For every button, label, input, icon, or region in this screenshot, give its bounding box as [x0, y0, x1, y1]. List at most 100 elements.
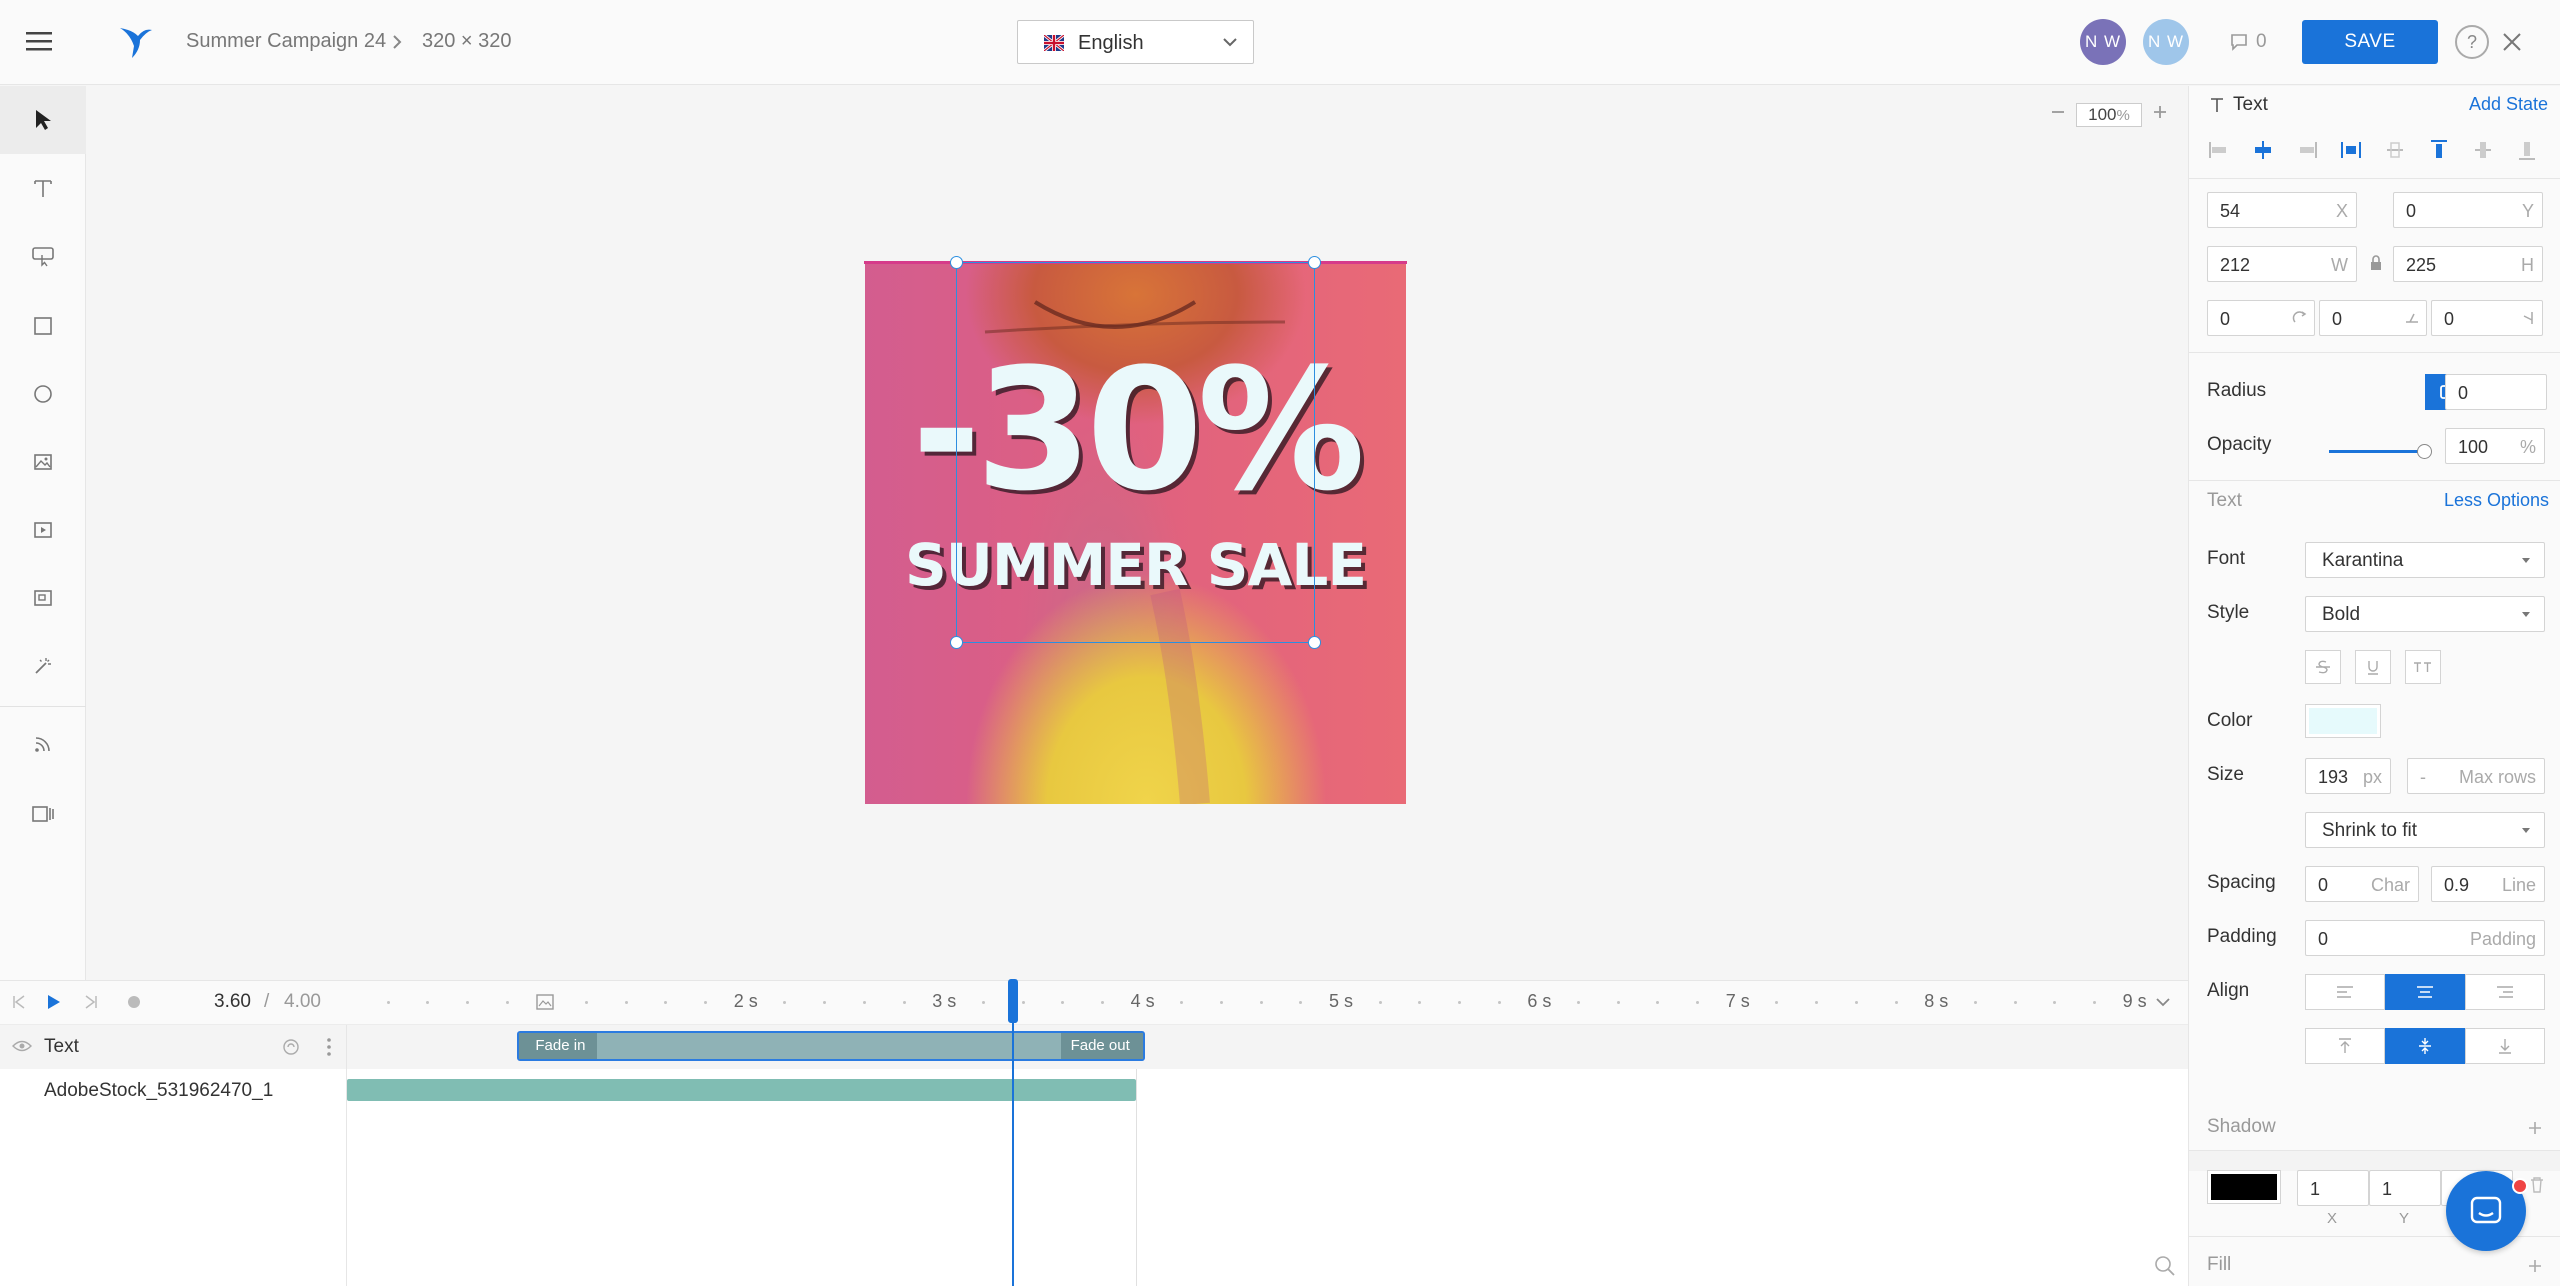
add-state-link[interactable]: Add State [2469, 94, 2548, 115]
slides-tool[interactable] [0, 780, 86, 848]
magic-wand-tool[interactable] [0, 632, 86, 700]
vertical-align-middle-button[interactable] [2385, 1028, 2465, 1064]
line-spacing-field[interactable]: 0.9 Line [2431, 866, 2545, 902]
shadow-y-field[interactable]: 1 [2369, 1170, 2441, 1206]
comments-button[interactable]: 0 [2230, 31, 2267, 53]
shadow-color-swatch[interactable] [2207, 1170, 2281, 1204]
thumbnail-marker-icon[interactable] [536, 994, 554, 1010]
strikethrough-button[interactable] [2305, 650, 2341, 684]
rectangle-tool[interactable] [0, 292, 86, 360]
text-align-center-button[interactable] [2385, 974, 2465, 1010]
timeline-row-image[interactable]: AdobeStock_531962470_1 [0, 1069, 2188, 1113]
resize-handle[interactable] [1308, 256, 1321, 269]
selection-box[interactable] [956, 262, 1315, 643]
skew-y-field[interactable]: 0 [2431, 300, 2543, 336]
playhead[interactable] [1008, 979, 1019, 1286]
align-top-icon[interactable] [2427, 138, 2451, 162]
distribute-h-icon[interactable] [2339, 138, 2363, 162]
save-button[interactable]: SAVE [2302, 20, 2438, 64]
image-clip[interactable] [347, 1079, 1136, 1101]
fade-out-segment[interactable]: Fade out [1060, 1033, 1143, 1059]
lock-icon[interactable] [2369, 254, 2383, 272]
max-rows-field[interactable]: - Max rows [2407, 758, 2545, 794]
avatar[interactable]: N W [2080, 19, 2126, 65]
opacity-slider-handle[interactable] [2417, 444, 2432, 459]
underline-button[interactable] [2355, 650, 2391, 684]
zoom-input[interactable]: 100% [2076, 103, 2142, 127]
text-clip[interactable]: Fade in Fade out [517, 1031, 1145, 1061]
align-middle-v-icon[interactable] [2383, 138, 2407, 162]
align-left-icon[interactable] [2207, 138, 2231, 162]
widget-tool[interactable] [0, 564, 86, 632]
add-shadow-plus-icon[interactable] [2527, 1120, 2543, 1136]
rotation-field[interactable]: 0 [2207, 300, 2315, 336]
animation-icon[interactable] [282, 1038, 300, 1056]
video-tool[interactable] [0, 496, 86, 564]
uppercase-button[interactable] [2405, 650, 2441, 684]
align-center-v-icon[interactable] [2471, 138, 2495, 162]
char-spacing-field[interactable]: 0 Char [2305, 866, 2419, 902]
layer-name[interactable]: AdobeStock_531962470_1 [44, 1080, 273, 1102]
language-select[interactable]: English [1017, 20, 1254, 64]
eye-icon[interactable] [12, 1039, 32, 1053]
size-field[interactable]: 193 px [2305, 758, 2391, 794]
text-align-left-button[interactable] [2305, 974, 2385, 1010]
zoom-in-button[interactable] [2152, 104, 2168, 120]
skip-forward-icon[interactable] [84, 994, 98, 1010]
text-tool[interactable] [0, 154, 86, 222]
x-field[interactable]: 54 X [2207, 192, 2357, 228]
skew-x-field[interactable]: 0 [2319, 300, 2427, 336]
align-center-h-icon[interactable] [2251, 138, 2275, 162]
add-fill-plus-icon[interactable] [2527, 1258, 2543, 1274]
image-tool[interactable] [0, 428, 86, 496]
timeline-row-text[interactable]: Text Fade in Fade out [0, 1025, 2188, 1069]
y-field[interactable]: 0Y [2393, 192, 2543, 228]
resize-handle[interactable] [1308, 636, 1321, 649]
width-field[interactable]: 212 W [2207, 246, 2357, 282]
select-tool[interactable] [0, 86, 86, 154]
button-tool[interactable] [0, 222, 86, 290]
play-button[interactable] [46, 993, 62, 1011]
padding-field[interactable]: 0 Padding [2305, 920, 2545, 956]
more-options-icon[interactable] [326, 1037, 332, 1057]
record-icon[interactable] [128, 996, 140, 1008]
breadcrumb-project[interactable]: Summer Campaign 24 [186, 30, 386, 53]
opacity-slider[interactable] [2329, 442, 2432, 462]
bird-logo-icon[interactable] [116, 24, 154, 60]
y-value: 0 [2406, 201, 2417, 221]
avatar[interactable]: N W [2143, 19, 2189, 65]
resize-handle[interactable] [950, 256, 963, 269]
vertical-align-bottom-button[interactable] [2465, 1028, 2545, 1064]
less-options-link[interactable]: Less Options [2444, 490, 2549, 511]
collapse-timeline-icon[interactable] [2155, 997, 2171, 1007]
ellipse-tool[interactable] [0, 360, 86, 428]
feed-tool[interactable] [0, 710, 86, 778]
text-align-right-button[interactable] [2465, 974, 2545, 1010]
height-field[interactable]: 225 H [2393, 246, 2543, 282]
align-right-icon[interactable] [2295, 138, 2319, 162]
spacing-label: Spacing [2207, 872, 2276, 893]
font-label: Font [2207, 548, 2246, 569]
help-button[interactable]: ? [2455, 25, 2489, 59]
shadow-x-field[interactable]: 1 [2297, 1170, 2369, 1206]
language-label: English [1078, 32, 1144, 54]
hamburger-menu-icon[interactable] [26, 30, 52, 52]
close-icon[interactable] [2502, 32, 2522, 52]
trash-icon[interactable] [2529, 1176, 2545, 1194]
playhead-handle[interactable] [1008, 979, 1019, 1023]
vertical-align-top-button[interactable] [2305, 1028, 2385, 1064]
font-select[interactable]: Karantina [2305, 542, 2545, 578]
current-time[interactable]: 3.60 [214, 991, 251, 1013]
radius-field[interactable]: 0 [2445, 374, 2547, 410]
zoom-out-button[interactable] [2050, 104, 2066, 120]
skip-back-icon[interactable] [12, 994, 26, 1010]
color-swatch[interactable] [2305, 704, 2381, 738]
style-select[interactable]: Bold [2305, 596, 2545, 632]
opacity-field[interactable]: 100% [2445, 428, 2545, 464]
fade-in-segment[interactable]: Fade in [519, 1033, 598, 1059]
timeline-search-icon[interactable] [2154, 1255, 2176, 1277]
layer-name[interactable]: Text [44, 1036, 79, 1058]
align-bottom-icon[interactable] [2515, 138, 2539, 162]
fit-mode-select[interactable]: Shrink to fit [2305, 812, 2545, 848]
resize-handle[interactable] [950, 636, 963, 649]
